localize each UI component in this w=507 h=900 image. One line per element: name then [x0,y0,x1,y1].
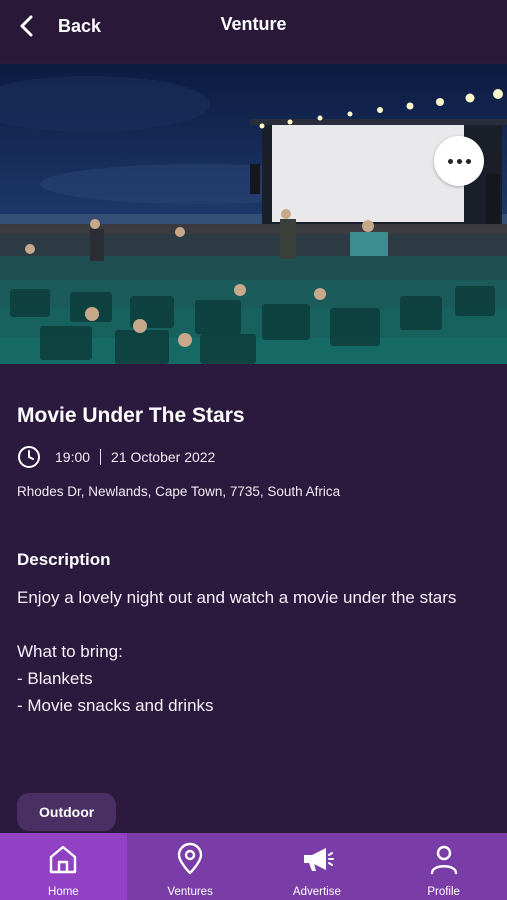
more-options-button[interactable] [434,136,484,186]
event-address: Rhodes Dr, Newlands, Cape Town, 7735, So… [17,484,341,499]
event-details-panel: Movie Under The Stars 19:00 21 October 2… [0,366,507,836]
event-date: 21 October 2022 [111,449,216,465]
nav-item-ventures[interactable]: Ventures [127,833,254,900]
event-title: Movie Under The Stars [17,404,245,427]
description-heading: Description [17,550,111,569]
top-app-bar: Back Venture [0,0,507,62]
nav-item-profile[interactable]: Profile [380,833,507,900]
more-horizontal-icon [446,158,473,164]
outdoor-cinema-image [0,64,507,364]
nav-label-ventures: Ventures [167,886,213,898]
nav-item-home[interactable]: Home [0,833,127,900]
event-datetime: 19:00 21 October 2022 [17,444,215,470]
megaphone-icon [303,848,334,871]
nav-label-advertise: Advertise [292,886,341,898]
home-icon [50,845,77,874]
description-body: Enjoy a lovely night out and watch a mov… [17,584,487,719]
page-title: Venture [220,14,287,34]
location-pin-icon [177,842,203,875]
user-icon [430,845,457,875]
event-time: 19:00 [55,449,91,465]
bring-item: - Movie snacks and drinks [17,696,214,715]
category-tag[interactable]: Outdoor [17,793,117,831]
nav-item-advertise[interactable]: Advertise [254,833,381,900]
what-to-bring-heading: What to bring: [17,642,123,661]
event-photo [0,64,507,364]
clock-icon [18,446,40,468]
nav-label-profile: Profile [427,886,460,898]
divider [100,449,102,465]
nav-label-home: Home [48,886,79,898]
bottom-navigation: Home Ventures Advertise Profile [0,833,507,900]
description-text: Enjoy a lovely night out and watch a mov… [17,588,457,607]
bring-item: - Blankets [17,669,93,688]
